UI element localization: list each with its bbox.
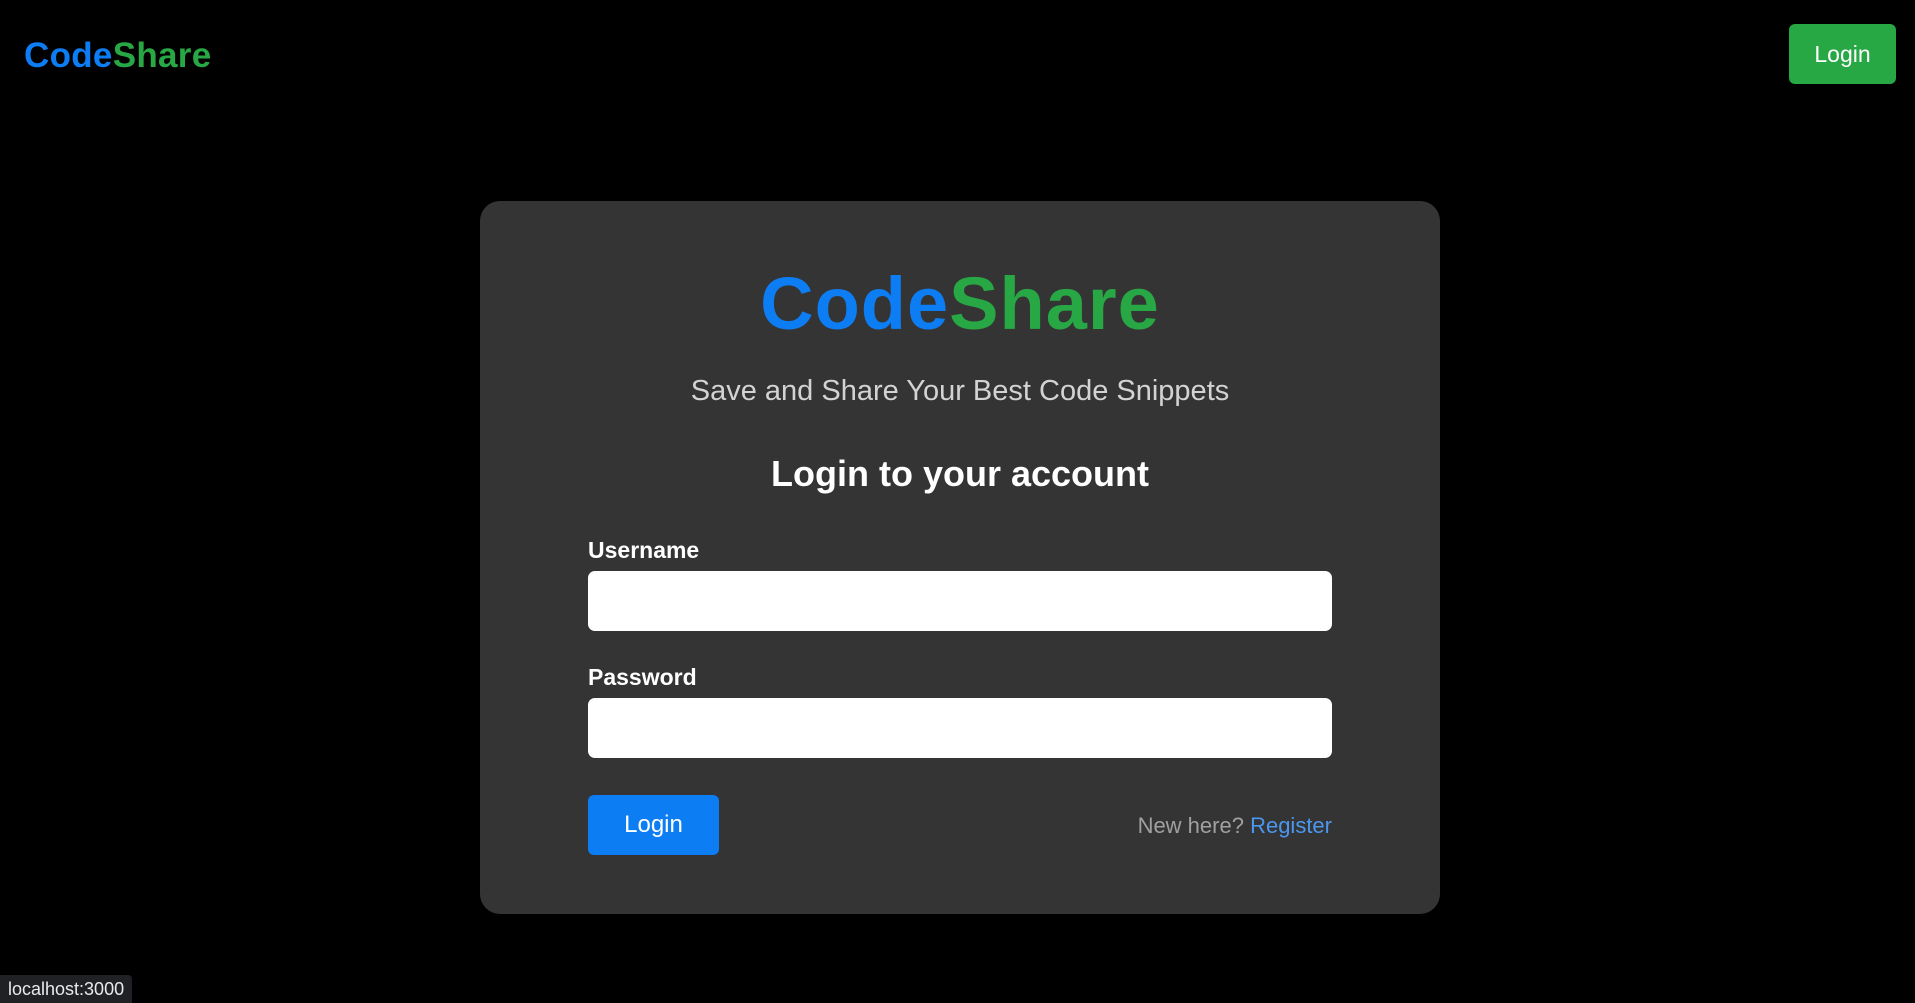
register-link[interactable]: Register xyxy=(1250,813,1332,838)
password-input[interactable] xyxy=(588,698,1332,758)
login-heading: Login to your account xyxy=(771,453,1149,494)
card-brand-code-text: Code xyxy=(760,262,950,345)
card-brand-logo: CodeShare xyxy=(480,259,1440,349)
register-prompt-line: New here? Register xyxy=(1138,811,1332,841)
tagline: Save and Share Your Best Code Snippets xyxy=(690,375,1230,407)
login-submit-button[interactable]: Login xyxy=(588,795,719,855)
navbar-brand-share-text: Share xyxy=(112,36,212,75)
register-prompt-text: New here? xyxy=(1137,813,1244,838)
username-label: Username xyxy=(588,537,700,563)
login-card: CodeShare Save and Share Your Best Code … xyxy=(480,201,1440,914)
card-brand-share-text: Share xyxy=(949,262,1160,345)
navbar-login-button[interactable]: Login xyxy=(1789,24,1896,84)
username-input[interactable] xyxy=(588,571,1332,631)
password-label: Password xyxy=(588,664,697,690)
navbar-brand-code-text: Code xyxy=(24,36,113,75)
status-bar-url: localhost:3000 xyxy=(0,975,133,1003)
navbar-brand-logo[interactable]: CodeShare xyxy=(24,36,211,76)
